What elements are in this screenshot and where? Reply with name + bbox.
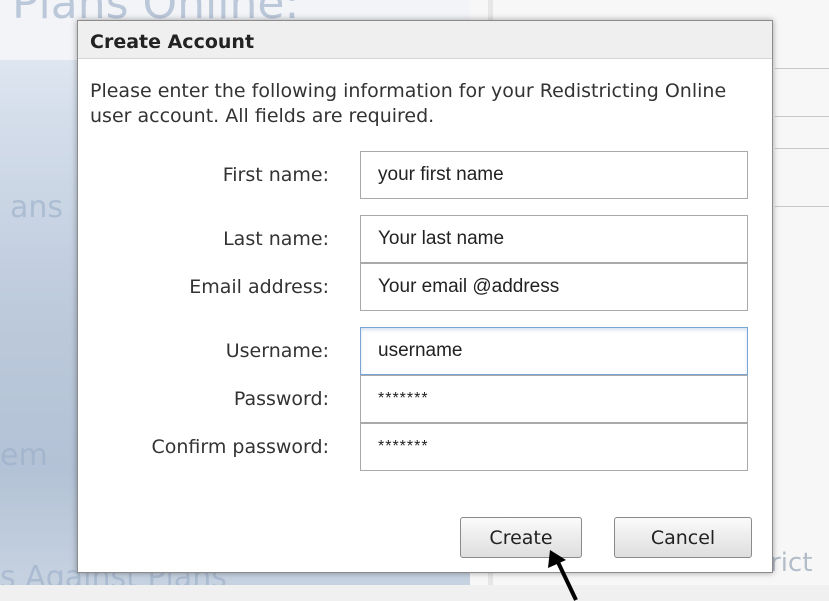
username-label: Username: bbox=[225, 340, 329, 362]
confirm-password-row: Confirm password: bbox=[78, 423, 774, 471]
username-row: Username: bbox=[78, 327, 774, 375]
last-name-label: Last name: bbox=[223, 228, 329, 250]
password-field[interactable] bbox=[360, 375, 748, 423]
email-row: Email address: bbox=[78, 263, 774, 311]
last-name-row: Last name: bbox=[78, 215, 774, 263]
create-account-dialog: Create Account Please enter the followin… bbox=[77, 20, 773, 573]
first-name-label: First name: bbox=[222, 164, 329, 186]
password-row: Password: bbox=[78, 375, 774, 423]
background-bottom-strip bbox=[0, 585, 829, 601]
background-rule bbox=[775, 206, 829, 207]
background-rule bbox=[775, 148, 829, 149]
password-label: Password: bbox=[233, 388, 329, 410]
first-name-row: First name: bbox=[78, 151, 774, 199]
background-rule bbox=[775, 116, 829, 117]
first-name-field[interactable] bbox=[360, 151, 748, 199]
background-text-fragment: ans bbox=[10, 190, 64, 225]
background-rule bbox=[775, 68, 829, 69]
email-field[interactable] bbox=[360, 263, 748, 311]
last-name-field[interactable] bbox=[360, 215, 748, 263]
dialog-instructions: Please enter the following information f… bbox=[90, 80, 727, 127]
username-field[interactable] bbox=[360, 327, 748, 375]
background-text-fragment: rict bbox=[770, 548, 813, 578]
confirm-password-label: Confirm password: bbox=[151, 436, 329, 458]
cancel-button[interactable]: Cancel bbox=[614, 517, 752, 558]
dialog-title: Create Account bbox=[78, 21, 772, 59]
confirm-password-field[interactable] bbox=[360, 423, 748, 471]
arrow-pointer-icon bbox=[548, 550, 578, 601]
email-label: Email address: bbox=[189, 276, 329, 298]
background-text-fragment: em bbox=[0, 438, 48, 473]
